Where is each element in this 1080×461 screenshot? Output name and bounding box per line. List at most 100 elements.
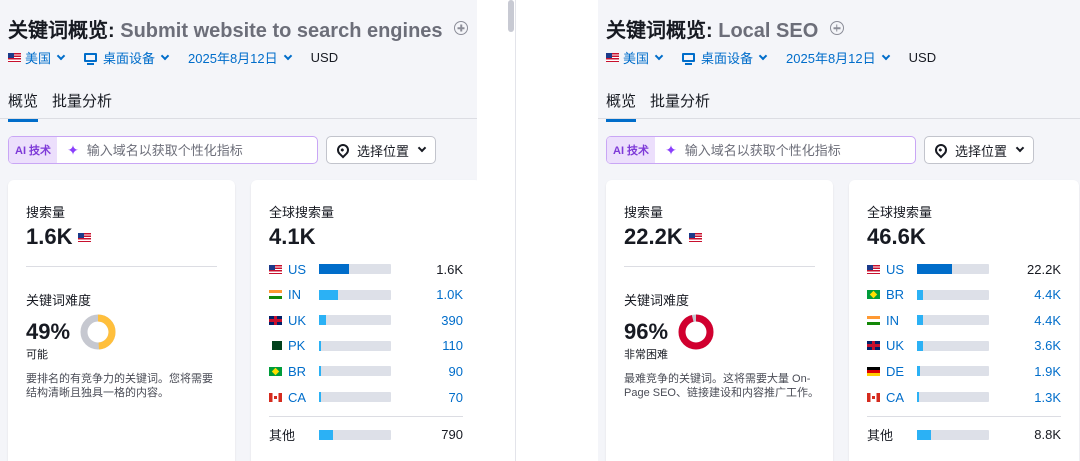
share-bar-fill	[319, 392, 322, 402]
country-filter[interactable]: 美国	[8, 48, 66, 67]
kd-percent: 49%	[26, 319, 71, 344]
share-bar-fill	[319, 289, 338, 300]
share-bar	[917, 264, 989, 274]
share-bar	[319, 340, 391, 351]
country-volume: 110	[442, 338, 463, 354]
country-row-other: 其他 790	[269, 426, 463, 444]
ai-badge: AI 技术	[9, 137, 58, 163]
kd-description: 要排名的有竞争力的关键词。您将需要结构清晰且独具一格的内容。	[26, 373, 213, 399]
country-row-in[interactable]: IN 1.0K	[269, 286, 463, 304]
kd-label: 关键词难度	[26, 293, 92, 308]
share-bar-fill	[319, 366, 322, 377]
volume-value: 1.6K	[26, 224, 95, 250]
country-row-uk[interactable]: UK 390	[269, 311, 463, 329]
country-volume: 1.9K	[1034, 363, 1061, 379]
country-label: 美国	[623, 51, 650, 66]
share-bar	[319, 289, 391, 300]
country-volume: 22.2K	[1027, 261, 1061, 277]
tab-bulk-analysis[interactable]: 批量分析	[650, 90, 710, 122]
country-row-uk[interactable]: UK 3.6K	[867, 337, 1061, 355]
location-select[interactable]: 选择位置	[326, 136, 437, 164]
ai-toolbar: AI 技术 ✦ 选择位置	[606, 136, 1035, 164]
share-bar-fill	[917, 429, 931, 440]
tab-overview[interactable]: 概览	[8, 90, 39, 122]
donut-arc	[678, 314, 714, 350]
us-flag-icon	[606, 53, 619, 62]
kd-level: 非常困难	[624, 349, 668, 361]
country-row-br[interactable]: BR 90	[269, 362, 463, 380]
share-bar	[917, 429, 989, 440]
location-label: 选择位置	[357, 143, 410, 159]
keyword-overview-panel-left: 关键词概览: Submit website to search engines …	[0, 0, 477, 461]
volume-label: 搜索量	[26, 205, 66, 220]
kd-percent: 96%	[624, 319, 669, 344]
location-pin-icon	[932, 141, 950, 159]
monitor-icon	[682, 53, 696, 65]
volume-kd-card: 搜索量 22.2K 关键词难度 96% 非常困难 最难竞争的关键词。这将需要大量…	[606, 180, 833, 461]
global-volume-value: 46.6K	[867, 224, 926, 249]
tab-bar: 概览 批量分析	[8, 90, 112, 122]
device-filter[interactable]: 桌面设备	[84, 48, 170, 67]
country-code: CA	[269, 390, 319, 405]
country-row-de[interactable]: DE 1.9K	[867, 362, 1061, 380]
country-row-us[interactable]: US 1.6K	[269, 260, 463, 278]
add-plus-icon[interactable]	[454, 21, 469, 35]
share-bar	[917, 392, 989, 402]
country-code: UK	[269, 313, 319, 328]
date-label: 2025年8月12日	[786, 51, 876, 66]
domain-input[interactable]	[684, 142, 905, 158]
tab-bulk-analysis[interactable]: 批量分析	[52, 90, 112, 122]
share-bar-fill	[917, 264, 952, 274]
location-pin-icon	[334, 141, 352, 159]
country-code-text: DE	[886, 363, 905, 379]
de-flag-icon	[867, 366, 880, 376]
device-filter[interactable]: 桌面设备	[682, 48, 768, 67]
us-flag-icon	[867, 264, 880, 274]
date-filter[interactable]: 2025年8月12日	[188, 48, 292, 67]
share-bar	[319, 366, 391, 377]
country-row-ca[interactable]: CA 1.3K	[867, 388, 1061, 406]
global-volume-card: 全球搜索量 46.6K US 22.2K BR 4.4K IN 4.4K UK 3.6K DE 1…	[849, 180, 1079, 461]
volume-number: 1.6K	[26, 224, 73, 249]
country-code-text: UK	[288, 312, 307, 328]
ai-badge: AI 技术	[607, 137, 656, 163]
country-filter[interactable]: 美国	[606, 48, 664, 67]
country-row-pk[interactable]: PK 110	[269, 337, 463, 355]
chevron-down-icon	[160, 51, 170, 60]
scrollbar-thumb[interactable]	[508, 0, 514, 32]
share-bar	[319, 429, 391, 440]
country-code-text: CA	[288, 389, 307, 405]
global-volume-card: 全球搜索量 4.1K US 1.6K IN 1.0K UK 390 PK 110 BR 90 CA 7…	[251, 180, 477, 461]
domain-input[interactable]	[86, 142, 307, 158]
country-code: 其他	[269, 425, 319, 444]
country-code-text: UK	[886, 338, 905, 354]
country-label: 美国	[25, 51, 52, 66]
currency-label: USD	[908, 50, 937, 65]
share-bar-fill	[319, 315, 327, 326]
tab-overview[interactable]: 概览	[606, 90, 637, 122]
country-code: DE	[867, 364, 917, 379]
country-code-text: IN	[886, 312, 899, 328]
sparkle-icon: ✦	[665, 141, 677, 158]
uk-flag-icon	[269, 315, 282, 325]
sparkle-icon: ✦	[67, 141, 79, 158]
share-bar-fill	[319, 340, 322, 351]
location-select[interactable]: 选择位置	[924, 136, 1035, 164]
country-code-text: PK	[288, 338, 306, 354]
us-flag-icon	[8, 53, 21, 62]
in-flag-icon	[867, 315, 880, 325]
add-plus-icon[interactable]	[829, 21, 844, 35]
country-volume: 8.8K	[1034, 427, 1061, 443]
keyword-overview-panel-right: 关键词概览: Local SEO 美国 桌面设备 2025年8月12日 USD …	[598, 0, 1080, 461]
chevron-down-icon	[56, 51, 66, 60]
country-row-in[interactable]: IN 4.4K	[867, 311, 1061, 329]
country-code: US	[867, 262, 917, 277]
country-row-us[interactable]: US 22.2K	[867, 260, 1061, 278]
date-filter[interactable]: 2025年8月12日	[786, 48, 890, 67]
ai-domain-box: AI 技术 ✦	[8, 136, 318, 164]
panel-divider	[515, 0, 516, 461]
share-bar	[319, 392, 391, 402]
country-row-ca[interactable]: CA 70	[269, 388, 463, 406]
share-bar	[917, 340, 989, 351]
country-row-br[interactable]: BR 4.4K	[867, 286, 1061, 304]
